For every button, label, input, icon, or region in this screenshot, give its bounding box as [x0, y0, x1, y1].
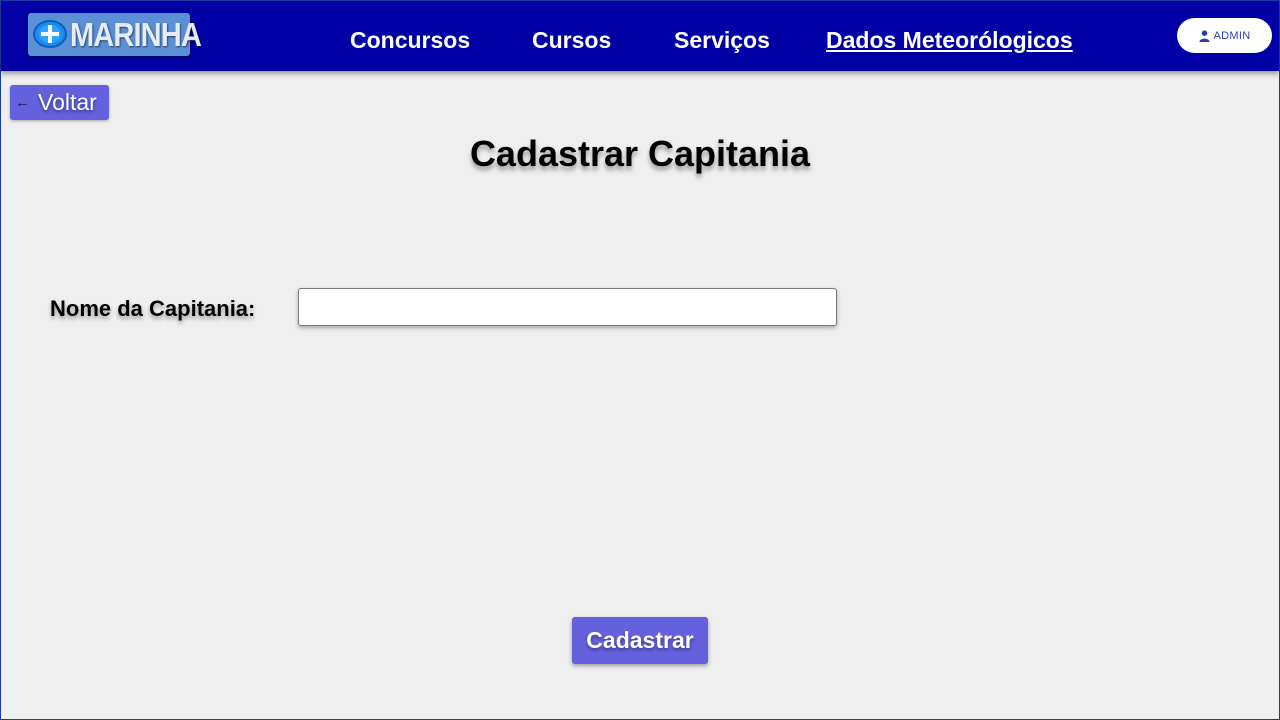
logo-text: MARINHA — [70, 16, 202, 53]
admin-user-button[interactable]: ADMIN — [1177, 18, 1272, 53]
nav-cursos[interactable]: Cursos — [532, 27, 611, 54]
nav-concursos[interactable]: Concursos — [350, 27, 470, 54]
capitania-name-input[interactable] — [298, 288, 837, 326]
nav-servicos[interactable]: Serviços — [674, 27, 770, 54]
back-button[interactable]: ← Voltar — [10, 85, 109, 120]
user-icon — [1199, 29, 1210, 42]
arrow-left-icon: ← — [15, 94, 30, 111]
nav-dados-meteorologicos[interactable]: Dados Meteorólogicos — [826, 27, 1073, 54]
plus-circle-icon — [33, 20, 67, 48]
admin-label: ADMIN — [1213, 29, 1251, 42]
capitania-name-label: Nome da Capitania: — [50, 296, 256, 321]
page-title: Cadastrar Capitania — [469, 133, 811, 174]
top-navbar: MARINHA Concursos Cursos Serviços Dados … — [1, 1, 1279, 71]
marinha-logo[interactable]: MARINHA — [28, 13, 202, 56]
app-frame — [0, 0, 1280, 720]
back-button-label: Voltar — [38, 89, 97, 115]
cadastrar-button[interactable]: Cadastrar — [572, 617, 708, 664]
